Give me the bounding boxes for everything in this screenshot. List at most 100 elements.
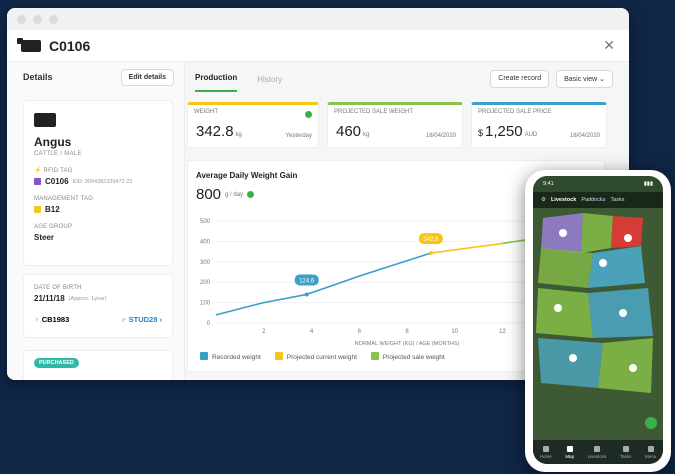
phone-time: 9:41 — [543, 181, 554, 187]
dam-link[interactable]: ♀ CB1983 — [34, 315, 69, 324]
phone-tab-tasks[interactable]: Tasks — [610, 197, 624, 203]
animal-type: CATTLE / MALE — [34, 151, 82, 157]
legend-label: Projected current weight — [286, 354, 357, 361]
nav-home[interactable]: Home — [539, 445, 552, 459]
stat-value: 342.8 — [196, 123, 234, 140]
stat-label: PROJECTED SALE PRICE — [478, 109, 552, 115]
adwg-value: 800 — [196, 186, 222, 203]
cow-icon — [17, 37, 41, 52]
data-label: 124.6 — [299, 278, 315, 284]
create-record-button[interactable]: Create record — [490, 70, 550, 88]
check-icon — [247, 191, 255, 198]
stat-label: PROJECTED SALE WEIGHT — [334, 109, 414, 115]
tag-color-swatch — [34, 206, 41, 213]
x-tick-label: 10 — [451, 329, 458, 335]
animal-marker[interactable] — [619, 309, 627, 317]
tag-color-swatch — [34, 178, 41, 185]
stat-value: 460 — [336, 123, 362, 140]
sire-id: STUD28 — [128, 315, 158, 324]
animal-marker[interactable] — [554, 304, 562, 312]
paddock[interactable] — [581, 213, 613, 253]
phone-tab-bar: ⚙ Livestock Paddocks Tasks — [533, 192, 663, 208]
window-dot[interactable] — [17, 14, 26, 24]
series-line — [430, 242, 503, 254]
dob-approx: (Approx. 1year) — [68, 295, 107, 302]
window-dot[interactable] — [49, 14, 58, 24]
map-icon — [566, 445, 573, 452]
rfid-eid: EID: 9004382339473 23 — [72, 178, 133, 185]
animal-id-title: C0106 — [49, 37, 91, 54]
home-icon — [542, 445, 549, 452]
legend-item: Projected current weight — [274, 352, 357, 361]
gear-icon[interactable]: ⚙ — [541, 197, 546, 203]
y-tick-label: 500 — [200, 219, 211, 225]
edit-details-button[interactable]: Edit details — [120, 68, 174, 86]
series-line — [215, 252, 432, 316]
breed: Angus — [34, 135, 72, 149]
stat-unit: kg — [235, 132, 242, 138]
stat-date: 18/04/2020 — [569, 133, 600, 139]
bolt-icon: ⚡ — [34, 168, 42, 174]
phone-tab-livestock[interactable]: Livestock — [551, 197, 576, 203]
stat-date: 18/04/2020 — [425, 133, 456, 139]
x-tick-label: 4 — [310, 329, 314, 335]
age-label: AGE GROUP — [34, 224, 73, 230]
rfid-tag-text: C0106 — [45, 177, 69, 186]
cow-icon — [34, 113, 56, 127]
dob-value: 21/11/18 (Approx. 1year) — [34, 294, 172, 303]
nav-label: Menu — [644, 453, 657, 459]
paddock[interactable] — [598, 338, 653, 393]
sire-link[interactable]: ♂ STUD28 › — [121, 315, 162, 324]
rfid-value: C0106 EID: 9004382339473 23 — [34, 177, 172, 186]
animal-marker[interactable] — [599, 259, 607, 267]
stat-card-sale-price: PROJECTED SALE PRICE $1,250 AUD 18/04/202… — [471, 102, 607, 148]
parents-row: ♀ CB1983 ♂ STUD28 › — [24, 303, 172, 324]
animal-marker[interactable] — [559, 229, 567, 237]
x-tick-label: 6 — [358, 329, 362, 335]
status-card: PURCHASED — [23, 350, 173, 380]
phone-bottom-nav: Home Map Livestock Tasks Menu — [533, 440, 663, 464]
details-header: Details Edit details — [7, 62, 184, 92]
phone-tab-paddocks[interactable]: Paddocks — [581, 197, 605, 203]
details-heading: Details — [23, 72, 53, 82]
tab-production[interactable]: Production — [195, 73, 238, 92]
x-tick-label: 2 — [262, 329, 266, 335]
x-tick-label: 8 — [405, 329, 409, 335]
view-select[interactable]: Basic view ⌄ — [556, 70, 613, 88]
y-tick-label: 300 — [200, 260, 211, 266]
nav-label: Tasks — [619, 453, 632, 459]
paddock[interactable] — [536, 288, 593, 338]
close-icon[interactable]: ✕ — [603, 37, 615, 54]
paddock-map[interactable] — [533, 208, 663, 448]
add-icon[interactable] — [645, 417, 657, 429]
stat-prefix: $ — [478, 128, 484, 138]
management-label: MANAGEMENT TAG — [34, 196, 94, 202]
age-value: Steer — [34, 233, 55, 242]
paddock[interactable] — [611, 216, 643, 248]
adwg-unit: g / day — [225, 191, 244, 198]
tab-history[interactable]: History — [257, 75, 282, 92]
y-tick-label: 100 — [200, 301, 211, 307]
status-badge: PURCHASED — [34, 358, 79, 368]
animal-marker[interactable] — [629, 364, 637, 372]
stat-card-weight: WEIGHT 342.8 kg Yesterday — [187, 102, 319, 148]
legend-swatch — [274, 352, 283, 360]
mobile-phone: 9:41 ▮▮▮ ⚙ Livestock Paddocks Tasks Home… — [525, 170, 671, 472]
paddock[interactable] — [538, 338, 603, 388]
dob-card: DATE OF BIRTH 21/11/18 (Approx. 1year) ♀ … — [23, 274, 173, 338]
dob-label: DATE OF BIRTH — [34, 285, 82, 291]
nav-label: Home — [539, 453, 552, 459]
paddock[interactable] — [538, 248, 593, 288]
nav-map[interactable]: Map — [565, 445, 574, 459]
x-tick-label: 12 — [499, 329, 506, 335]
animal-marker[interactable] — [624, 234, 632, 242]
window-dot[interactable] — [33, 14, 42, 24]
data-point — [304, 292, 309, 297]
nav-tasks[interactable]: Tasks — [619, 445, 632, 459]
nav-livestock[interactable]: Livestock — [588, 445, 606, 459]
y-tick-label: 0 — [207, 321, 211, 327]
animal-marker[interactable] — [569, 354, 577, 362]
nav-menu[interactable]: Menu — [644, 445, 657, 459]
check-icon — [305, 111, 312, 118]
dam-id: CB1983 — [41, 315, 70, 324]
